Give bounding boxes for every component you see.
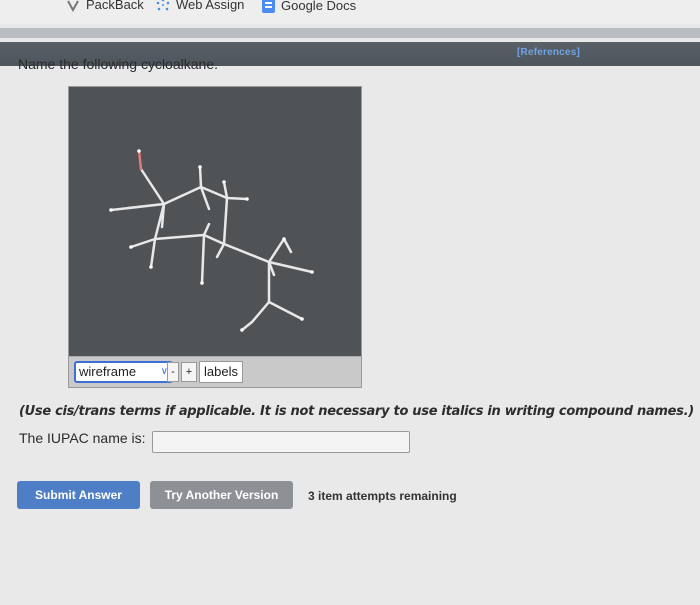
references-link[interactable]: [References] <box>517 47 580 58</box>
zoom-out-button[interactable]: - <box>167 362 179 382</box>
bookmarks-bar: PackBack Web Assign Google Docs <box>0 0 700 24</box>
bookmark-webassign[interactable]: Web Assign <box>156 0 244 12</box>
webassign-icon <box>156 0 170 12</box>
bookmark-label: Google Docs <box>281 0 357 13</box>
try-another-version-button[interactable]: Try Another Version <box>150 481 293 509</box>
zoom-in-button[interactable]: + <box>181 362 197 382</box>
attempts-remaining: 3 item attempts remaining <box>308 489 457 503</box>
labels-button[interactable]: labels <box>199 361 243 383</box>
hint-text: (Use cis/trans terms if applicable. It i… <box>19 404 694 419</box>
submit-answer-button[interactable]: Submit Answer <box>17 481 140 509</box>
question-prompt: Name the following cycloalkane. <box>18 56 218 72</box>
viewer-controls: wireframe ∨ - + labels <box>69 356 361 387</box>
bookmark-packback[interactable]: PackBack <box>66 0 144 12</box>
iupac-label: The IUPAC name is: <box>19 430 146 446</box>
bookmark-google-docs[interactable]: Google Docs <box>262 0 356 13</box>
google-docs-icon <box>262 0 275 13</box>
render-mode-value: wireframe <box>79 364 137 379</box>
page-top-strip <box>0 28 700 38</box>
packback-icon <box>66 0 80 12</box>
iupac-name-input[interactable] <box>152 431 410 453</box>
render-mode-select[interactable]: wireframe ∨ <box>74 361 173 383</box>
bookmark-label: PackBack <box>86 0 144 12</box>
molecule-viewer[interactable]: wireframe ∨ - + labels <box>68 86 362 388</box>
molecule-wireframe[interactable] <box>69 87 361 357</box>
bookmark-label: Web Assign <box>176 0 245 12</box>
